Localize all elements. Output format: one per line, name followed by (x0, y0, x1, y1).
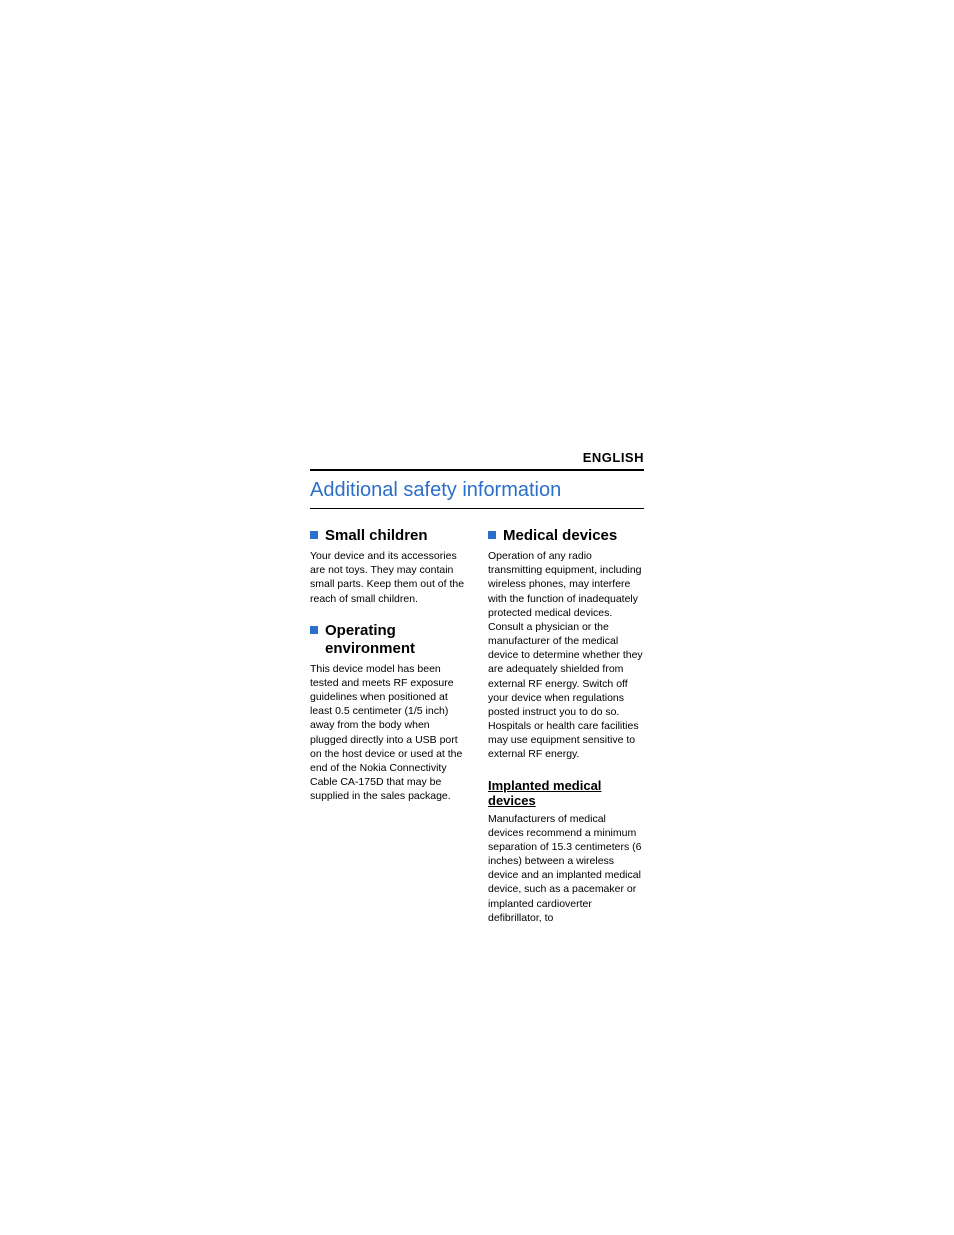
body-operating-environment: This device model has been tested and me… (310, 662, 466, 804)
body-medical-devices: Operation of any radio transmitting equi… (488, 549, 644, 762)
heading-text: Medical devices (503, 527, 644, 545)
section-heading-operating-environment: Operating environment (310, 622, 466, 658)
right-column: Medical devices Operation of any radio t… (488, 527, 644, 941)
section-heading-small-children: Small children (310, 527, 466, 545)
body-implanted: Manufacturers of medical devices recomme… (488, 812, 644, 925)
heading-text: Operating environment (325, 622, 466, 658)
heading-text: Small children (325, 527, 466, 545)
bullet-icon (310, 531, 318, 539)
subheading-implanted: Implanted medical devices (488, 778, 644, 808)
left-column: Small children Your device and its acces… (310, 527, 466, 941)
bullet-icon (310, 626, 318, 634)
content-columns: Small children Your device and its acces… (310, 527, 644, 941)
language-label: ENGLISH (310, 450, 644, 471)
document-page: ENGLISH Additional safety information Sm… (0, 0, 954, 941)
bullet-icon (488, 531, 496, 539)
page-title: Additional safety information (310, 479, 644, 509)
section-heading-medical-devices: Medical devices (488, 527, 644, 545)
body-small-children: Your device and its accessories are not … (310, 549, 466, 606)
